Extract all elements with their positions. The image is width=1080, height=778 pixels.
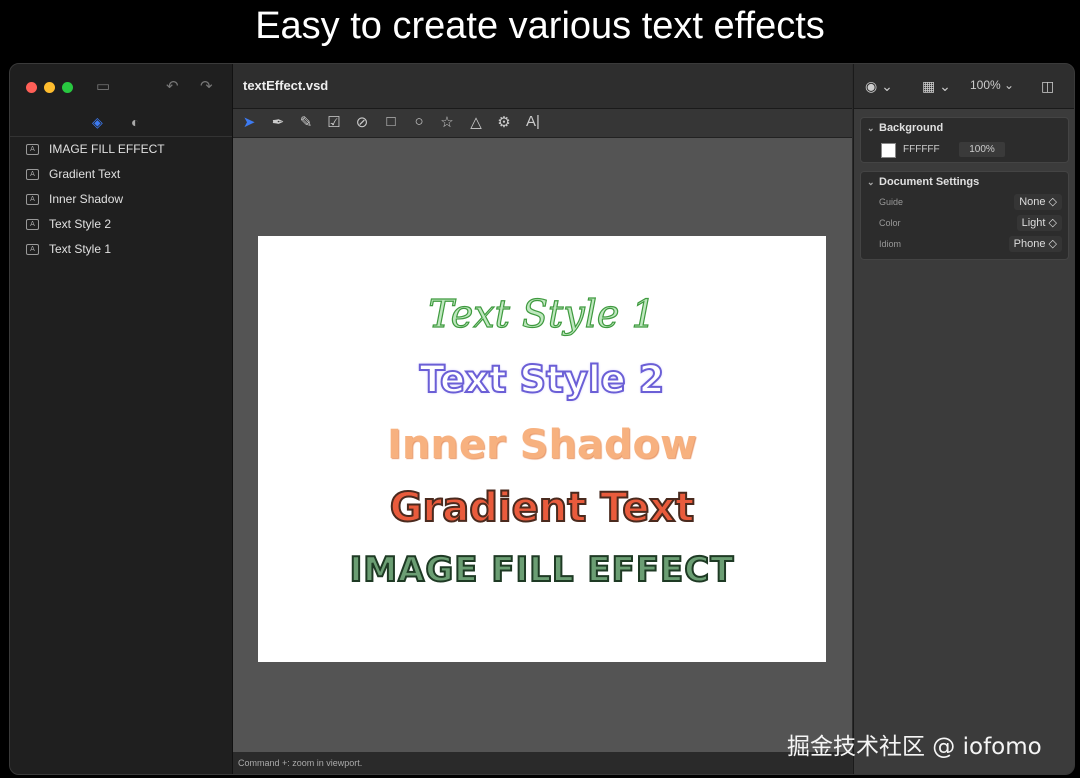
banner-title: Easy to create various text effects bbox=[255, 5, 825, 47]
guide-row: Guide None ◇ bbox=[861, 192, 1068, 213]
palette-tab-icon[interactable]: ◐ bbox=[131, 114, 139, 130]
background-opacity-field[interactable]: 100% bbox=[959, 142, 1005, 157]
gear-tool-icon[interactable]: ⚙ bbox=[493, 113, 515, 131]
inspector-titlebar: ◉ ⌄ ▦ ⌄ 100% ⌄ ◫ bbox=[854, 64, 1074, 109]
edit-tool-icon[interactable]: ☑ bbox=[323, 113, 345, 131]
pen-tool-icon[interactable]: ✒ bbox=[267, 113, 289, 131]
sidebar-toggle-icon[interactable]: ▭ bbox=[96, 77, 110, 95]
circle-tool-icon[interactable]: ○ bbox=[408, 113, 430, 130]
background-header[interactable]: ⌄ Background bbox=[861, 118, 1068, 138]
guide-label: Guide bbox=[879, 197, 904, 207]
idiom-row: Idiom Phone ◇ bbox=[861, 234, 1068, 255]
sidebar-tabs: ◈ ◐ bbox=[10, 108, 232, 137]
document-settings-section: ⌄ Document Settings Guide None ◇ Color L… bbox=[860, 171, 1069, 260]
panel-toggle-icon[interactable]: ◫ bbox=[1041, 78, 1054, 95]
guide-select[interactable]: None ◇ bbox=[1014, 194, 1062, 210]
idiom-select[interactable]: Phone ◇ bbox=[1008, 236, 1062, 252]
text-layer-icon: A bbox=[26, 144, 39, 155]
layer-item[interactable]: A IMAGE FILL EFFECT bbox=[10, 137, 232, 162]
zoom-value: 100% bbox=[970, 78, 1001, 92]
rectangle-tool-icon[interactable]: □ bbox=[380, 113, 402, 130]
zoom-level[interactable]: 100% ⌄ bbox=[970, 78, 1014, 92]
background-hex-field[interactable]: FFFFFF bbox=[903, 144, 940, 155]
background-color-swatch[interactable] bbox=[881, 143, 896, 158]
layer-label: Inner Shadow bbox=[49, 192, 124, 206]
document-settings-title: Document Settings bbox=[879, 176, 980, 188]
watermark-text: 掘金技术社区 @ iofomo bbox=[787, 734, 1042, 760]
check-circle-tool-icon[interactable]: ⊘ bbox=[351, 113, 373, 131]
layer-item[interactable]: A Text Style 1 bbox=[10, 237, 232, 262]
chevron-down-icon: ⌄ bbox=[867, 123, 875, 133]
text-tool-icon[interactable]: A| bbox=[522, 113, 544, 130]
layer-item[interactable]: A Gradient Text bbox=[10, 162, 232, 187]
status-bar: Command +: zoom in viewport. bbox=[233, 752, 852, 774]
color-label: Color bbox=[879, 218, 901, 228]
artboard-canvas[interactable]: Text Style 1 Text Style 2 Inner Shadow G… bbox=[258, 236, 826, 662]
inner-shadow-text[interactable]: Inner Shadow bbox=[258, 422, 826, 468]
text-layer-icon: A bbox=[26, 219, 39, 230]
image-fill-effect-text[interactable]: IMAGE FILL EFFECT bbox=[258, 549, 826, 591]
layer-item[interactable]: A Inner Shadow bbox=[10, 187, 232, 212]
text-style-2-text[interactable]: Text Style 2 bbox=[258, 357, 826, 402]
inspector-panel: ◉ ⌄ ▦ ⌄ 100% ⌄ ◫ ⌄ Background FFFFFF 100… bbox=[853, 64, 1074, 774]
triangle-tool-icon[interactable]: △ bbox=[465, 113, 487, 131]
chevron-down-icon: ⌄ bbox=[867, 177, 875, 187]
pencil-tool-icon[interactable]: ✎ bbox=[295, 113, 317, 131]
idiom-label: Idiom bbox=[879, 239, 902, 249]
document-titlebar: textEffect.vsd bbox=[233, 64, 852, 109]
text-layer-icon: A bbox=[26, 244, 39, 255]
layer-label: Text Style 1 bbox=[49, 242, 112, 256]
background-row: FFFFFF 100% bbox=[861, 138, 1068, 162]
layer-list: A IMAGE FILL EFFECT A Gradient Text A Inner… bbox=[10, 137, 232, 262]
close-window-button[interactable] bbox=[26, 82, 37, 93]
grid-icon[interactable]: ▦ ⌄ bbox=[922, 78, 951, 95]
zoom-window-button[interactable] bbox=[62, 82, 73, 93]
text-layer-icon: A bbox=[26, 169, 39, 180]
minimize-window-button[interactable] bbox=[44, 82, 55, 93]
eye-icon[interactable]: ◉ ⌄ bbox=[865, 78, 893, 95]
layers-sidebar: ▭ ↶ ↷ ◈ ◐ A IMAGE FILL EFFECT A Gradient T… bbox=[10, 64, 233, 774]
document-settings-header[interactable]: ⌄ Document Settings bbox=[861, 172, 1068, 192]
select-tool-icon[interactable]: ➤ bbox=[238, 113, 260, 131]
layers-tab-icon[interactable]: ◈ bbox=[92, 114, 103, 131]
redo-icon[interactable]: ↷ bbox=[200, 77, 213, 95]
star-tool-icon[interactable]: ☆ bbox=[436, 113, 458, 131]
layer-item[interactable]: A Text Style 2 bbox=[10, 212, 232, 237]
text-layer-icon: A bbox=[26, 194, 39, 205]
drawing-toolbar: ➤ ✒ ✎ ☑ ⊘ □ ○ ☆ △ ⚙ A| bbox=[233, 109, 852, 138]
color-row: Color Light ◇ bbox=[861, 213, 1068, 234]
background-title: Background bbox=[879, 122, 944, 134]
undo-icon[interactable]: ↶ bbox=[166, 77, 179, 95]
gradient-text[interactable]: Gradient Text bbox=[258, 484, 826, 532]
layer-label: Text Style 2 bbox=[49, 217, 112, 231]
sidebar-titlebar: ▭ ↶ ↷ bbox=[10, 64, 232, 108]
background-section: ⌄ Background FFFFFF 100% bbox=[860, 117, 1069, 163]
layer-label: IMAGE FILL EFFECT bbox=[49, 142, 165, 156]
layer-label: Gradient Text bbox=[49, 167, 121, 181]
main-area: textEffect.vsd ➤ ✒ ✎ ☑ ⊘ □ ○ ☆ △ ⚙ A| Te… bbox=[233, 64, 852, 774]
color-select[interactable]: Light ◇ bbox=[1016, 215, 1062, 231]
text-style-1-text[interactable]: Text Style 1 bbox=[258, 291, 826, 336]
app-window: ▭ ↶ ↷ ◈ ◐ A IMAGE FILL EFFECT A Gradient T… bbox=[9, 63, 1075, 775]
document-title: textEffect.vsd bbox=[243, 78, 329, 93]
